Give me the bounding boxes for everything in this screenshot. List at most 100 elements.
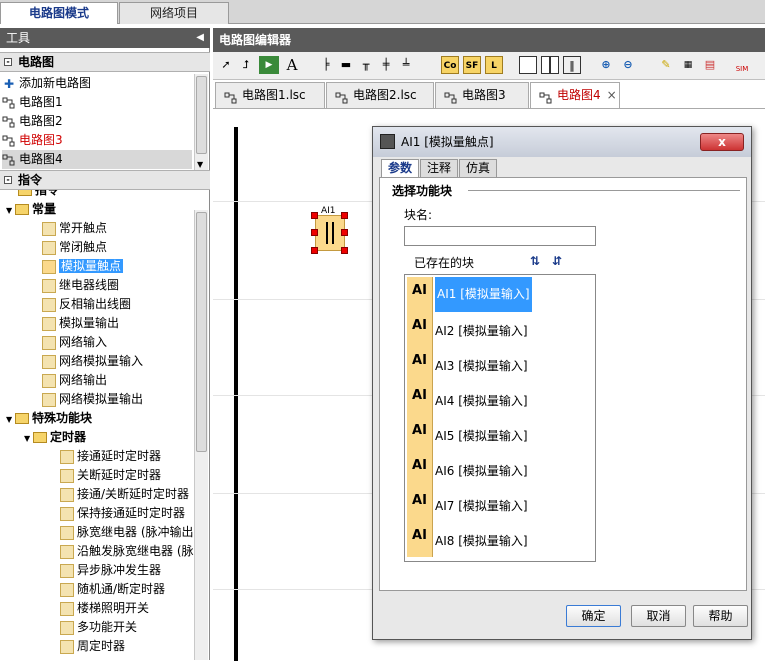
align-middle-icon[interactable]: ╪ (377, 56, 395, 74)
tab-comment[interactable]: 注释 (420, 159, 459, 177)
instruction-item[interactable]: 网络模拟量输出 (0, 390, 194, 409)
tree-group-timer[interactable]: ▼ 定时器 (0, 428, 194, 447)
instruction-tree-scrollbar[interactable] (194, 210, 208, 660)
timer-item[interactable]: 异步脉冲发生器 (0, 561, 194, 580)
pointer-tool-icon[interactable]: ➚ (217, 56, 235, 74)
tab-simulation[interactable]: 仿真 (459, 159, 498, 177)
table-icon[interactable]: ▦ (679, 56, 697, 74)
highlight-icon[interactable]: ✎ (657, 56, 675, 74)
text-tool-icon[interactable]: A (283, 56, 301, 74)
scroll-thumb[interactable] (196, 212, 207, 452)
align-top-icon[interactable]: ╥ (357, 56, 375, 74)
existing-blocks-list[interactable]: AI AI1 [模拟量输入] AI AI2 [模拟量输入] AI AI3 [模拟量输入] A… (404, 274, 596, 562)
instruction-item[interactable]: 反相输出线圈 (0, 295, 194, 314)
instruction-item[interactable]: 模拟量触点 (0, 257, 194, 276)
tab-circuit-mode[interactable]: 电路图模式 (0, 2, 118, 24)
doc-tab-1[interactable]: 电路图1.lsc (215, 82, 325, 108)
view-split-icon[interactable] (541, 56, 559, 74)
align-center-icon[interactable]: ▬ (337, 56, 355, 74)
timer-item[interactable]: 关断延时定时器 (0, 466, 194, 485)
timer-item[interactable]: 楼梯照明开关 (0, 599, 194, 618)
instructions-section-header[interactable]: - 指令 (0, 170, 210, 190)
sf-button[interactable]: SF (463, 56, 481, 74)
instruction-item[interactable]: 网络输出 (0, 371, 194, 390)
expand-arrow-icon[interactable]: ▼ (6, 206, 15, 215)
timer-item[interactable]: 多功能开关 (0, 618, 194, 637)
doc-tab-2[interactable]: 电路图2.lsc (326, 82, 434, 108)
instruction-item[interactable]: 模拟量输出 (0, 314, 194, 333)
timer-item[interactable]: 周定时器 (0, 637, 194, 656)
timer-label: 沿触发脉宽继电器 (脉 (77, 544, 194, 558)
circuit-item-1[interactable]: 电路图1 (2, 93, 192, 112)
selection-handle[interactable] (311, 212, 318, 219)
circuit-section-title: 电路图 (18, 55, 55, 69)
instruction-item[interactable]: 网络输入 (0, 333, 194, 352)
connect-tool-icon[interactable]: ⮥ (237, 56, 255, 74)
block-name-input[interactable] (404, 226, 596, 246)
circuit-item-4[interactable]: 电路图4 (2, 150, 192, 169)
instruction-item[interactable]: 常开触点 (0, 219, 194, 238)
existing-block-item[interactable]: AI AI3 [模拟量输入] (407, 347, 595, 382)
timer-item[interactable]: 随机通/断定时器 (0, 580, 194, 599)
existing-block-item[interactable]: AI AI1 [模拟量输入] (407, 277, 595, 312)
zoom-out-icon[interactable]: ⊖ (619, 56, 637, 74)
instruction-item[interactable]: 继电器线圈 (0, 276, 194, 295)
sort-ascending-icon[interactable]: ⇅ (530, 254, 540, 268)
selection-handle[interactable] (311, 229, 318, 236)
existing-block-item[interactable]: AI AI7 [模拟量输入] (407, 487, 595, 522)
dialog-titlebar[interactable]: AI1 [模拟量触点] (373, 127, 751, 157)
circuit-item-2[interactable]: 电路图2 (2, 112, 192, 131)
co-button[interactable]: Co (441, 56, 459, 74)
collapse-arrow-icon[interactable]: ◀ (196, 28, 204, 48)
timer-item[interactable]: 脉宽继电器 (脉冲输出 (0, 523, 194, 542)
l-button[interactable]: L (485, 56, 503, 74)
existing-block-item[interactable]: AI AI4 [模拟量输入] (407, 382, 595, 417)
expand-arrow-icon[interactable]: ▼ (6, 415, 15, 424)
help-button[interactable]: 帮助 (693, 605, 748, 627)
selection-handle[interactable] (341, 212, 348, 219)
view-single-icon[interactable] (519, 56, 537, 74)
circuit-item-3[interactable]: 电路图3 (2, 131, 192, 150)
selection-handle[interactable] (341, 247, 348, 254)
instruction-item[interactable]: 网络模拟量输入 (0, 352, 194, 371)
doc-tab-3[interactable]: 电路图3 (435, 82, 529, 108)
circuit-section-header[interactable]: - 电路图 (0, 52, 210, 72)
existing-block-item[interactable]: AI AI2 [模拟量输入] (407, 312, 595, 347)
simulation-button[interactable]: SIM (733, 56, 751, 74)
existing-block-item[interactable]: AI AI6 [模拟量输入] (407, 452, 595, 487)
dialog-close-button[interactable]: x (700, 133, 744, 151)
timer-item[interactable]: 沿触发脉宽继电器 (脉 (0, 542, 194, 561)
config-icon[interactable]: ▤ (701, 56, 719, 74)
timer-item[interactable]: 保持接通延时定时器 (0, 504, 194, 523)
scroll-thumb[interactable] (196, 76, 207, 154)
existing-block-item[interactable]: AI AI5 [模拟量输入] (407, 417, 595, 452)
ok-button[interactable]: 确定 (566, 605, 621, 627)
block-tool-icon[interactable]: ▶ (259, 56, 279, 74)
expand-arrow-icon[interactable]: ▼ (24, 434, 33, 443)
tree-group-const[interactable]: ▼ 常量 (0, 200, 194, 219)
view-triple-icon[interactable]: ‖ (563, 56, 581, 74)
collapse-minus-icon[interactable]: - (4, 58, 12, 66)
add-circuit-item[interactable]: ✚ 添加新电路图 (2, 74, 192, 93)
circuit-list-scrollbar[interactable]: ▼ (194, 74, 208, 170)
timer-item[interactable]: 接通/关断延时定时器 (0, 485, 194, 504)
align-left-icon[interactable]: ╞ (317, 56, 335, 74)
close-icon[interactable]: × (607, 88, 617, 102)
scroll-down-icon[interactable]: ▼ (197, 160, 203, 169)
cancel-button[interactable]: 取消 (631, 605, 686, 627)
contact-bar (332, 222, 334, 244)
zoom-in-icon[interactable]: ⊕ (597, 56, 615, 74)
selection-handle[interactable] (341, 229, 348, 236)
tab-network-project[interactable]: 网络项目 (119, 2, 229, 24)
timer-item[interactable]: 接通延时定时器 (0, 447, 194, 466)
instruction-item[interactable]: 常闭触点 (0, 238, 194, 257)
tree-group-special[interactable]: ▼ 特殊功能块 (0, 409, 194, 428)
tab-parameters[interactable]: 参数 (381, 159, 420, 177)
sort-descending-icon[interactable]: ⇵ (552, 254, 562, 268)
selection-handle[interactable] (311, 247, 318, 254)
tree-item-instructions[interactable]: 指令 (0, 190, 194, 200)
align-bottom-icon[interactable]: ╧ (397, 56, 415, 74)
doc-tab-4[interactable]: 电路图4 × (530, 82, 620, 108)
existing-block-item[interactable]: AI AI8 [模拟量输入] (407, 522, 595, 557)
collapse-minus-icon[interactable]: - (4, 176, 12, 184)
